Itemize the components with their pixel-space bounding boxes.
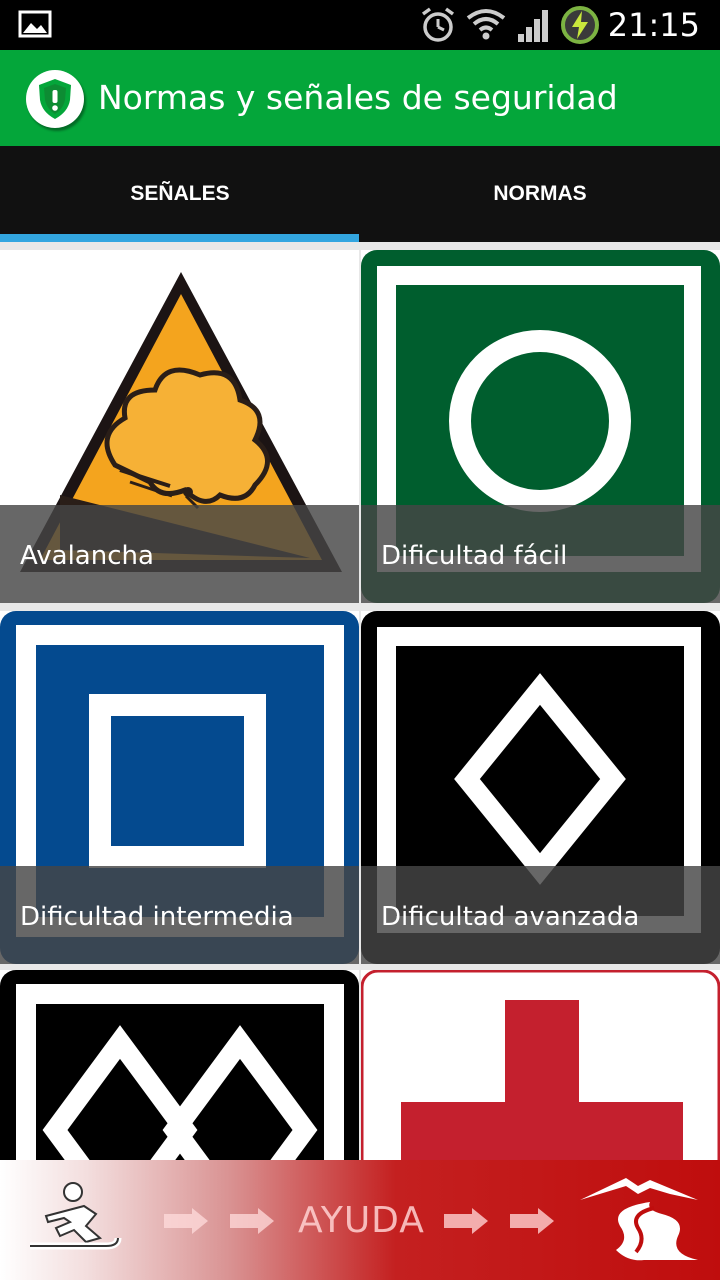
gallery-icon (18, 10, 52, 38)
sign-card-intermediate[interactable]: Dificultad intermedia (0, 611, 359, 964)
app-title: Normas y señales de seguridad (98, 78, 618, 117)
double-black-diamond-icon (0, 970, 359, 1160)
sign-card-advanced[interactable]: Dificultad avanzada (361, 611, 720, 964)
sign-label: Dificultad avanzada (381, 902, 640, 932)
clock: 21:15 (607, 6, 700, 44)
red-cross-icon (361, 970, 720, 1160)
help-banner[interactable]: AYUDA (0, 1160, 720, 1280)
tab-indicator (0, 234, 359, 242)
sign-label: Avalancha (20, 541, 154, 571)
tab-bar: SEÑALES NORMAS (0, 146, 720, 242)
shield-alert-icon (39, 79, 71, 119)
signs-grid: Avalancha Dificultad fácil Dificultad in… (0, 242, 720, 1160)
sign-label: Dificultad intermedia (20, 902, 294, 932)
battery-charging-icon (561, 6, 599, 44)
sign-label: Dificultad fácil (381, 541, 568, 571)
tab-normas[interactable]: NORMAS (360, 146, 720, 242)
help-label: AYUDA (298, 1200, 425, 1241)
arrow-right-icon (444, 1208, 554, 1234)
sign-card-avalanche[interactable]: Avalancha (0, 250, 359, 603)
wifi-icon (466, 9, 506, 40)
app-bar: Normas y señales de seguridad (0, 50, 720, 146)
signal-icon (518, 10, 548, 42)
status-bar: 21:15 (0, 0, 720, 50)
arrow-right-icon (164, 1208, 274, 1234)
app-logo (26, 70, 84, 128)
skier-icon (30, 1182, 122, 1250)
alarm-icon (421, 7, 455, 42)
tab-senales[interactable]: SEÑALES (0, 146, 360, 242)
sign-card-first-aid[interactable] (361, 970, 720, 1160)
sign-card-easy[interactable]: Dificultad fácil (361, 250, 720, 603)
sign-card-expert[interactable] (0, 970, 359, 1160)
mountain-road-icon (580, 1178, 698, 1261)
